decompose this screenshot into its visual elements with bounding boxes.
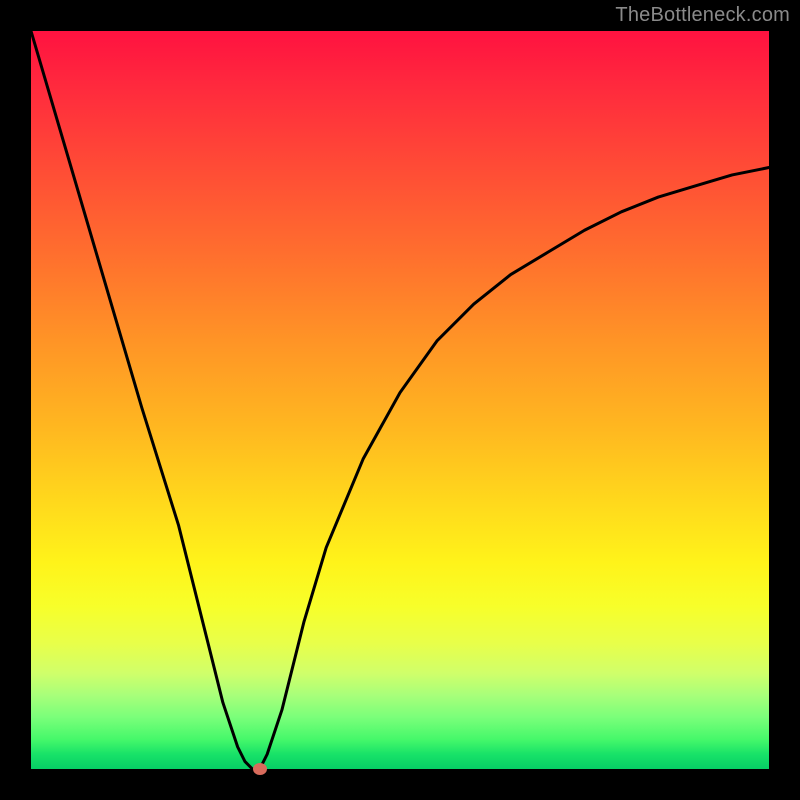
curve-svg [31, 31, 769, 769]
bottleneck-curve [31, 31, 769, 769]
plot-area [31, 31, 769, 769]
optimal-marker [253, 763, 267, 775]
chart-frame: TheBottleneck.com [0, 0, 800, 800]
watermark-text: TheBottleneck.com [615, 4, 790, 27]
